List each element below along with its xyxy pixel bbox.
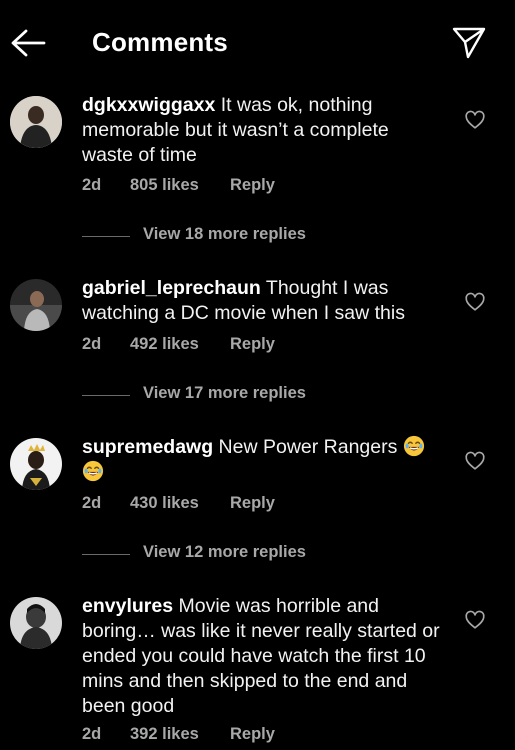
laughing-emoji-icon [82,460,104,482]
likes-count[interactable]: 492 likes [130,335,199,354]
comment-body: gabriel_leprechaun Thought I was watchin… [82,276,442,326]
comment-username[interactable]: supremedawg [82,436,213,458]
reply-button[interactable]: Reply [230,176,275,195]
comment-body: supremedawg New Power Rangers [82,435,442,485]
comment-username[interactable]: gabriel_leprechaun [82,277,261,299]
reply-button[interactable]: Reply [230,494,275,513]
heart-outline-icon[interactable] [464,450,486,472]
avatar[interactable] [10,96,62,148]
page-title: Comments [92,27,228,57]
avatar[interactable] [10,438,62,490]
view-replies-label: View 12 more replies [143,543,306,561]
comment-time: 2d [82,725,102,743]
avatar[interactable] [10,597,62,649]
reply-button[interactable]: Reply [230,725,275,744]
heart-outline-icon[interactable] [464,291,486,313]
comment-username[interactable]: dgkxxwiggaxx [82,94,215,116]
avatar[interactable] [10,279,62,331]
view-replies-label: View 17 more replies [143,384,306,402]
view-replies-button[interactable]: View 12 more replies [82,543,382,565]
view-replies-button[interactable]: View 18 more replies [82,225,382,247]
view-replies-button[interactable]: View 17 more replies [82,384,382,406]
replies-divider [82,395,130,396]
view-replies-label: View 18 more replies [143,225,306,243]
heart-outline-icon[interactable] [464,609,486,631]
paper-plane-icon[interactable] [451,24,487,60]
comment-time: 2d [82,176,102,194]
comment-time: 2d [82,494,102,512]
arrow-left-icon[interactable] [10,28,46,58]
comment-time: 2d [82,335,102,353]
likes-count[interactable]: 430 likes [130,494,199,513]
header: Comments [0,0,515,86]
likes-count[interactable]: 805 likes [130,176,199,195]
heart-outline-icon[interactable] [464,109,486,131]
comment-body: dgkxxwiggaxx It was ok, nothing memorabl… [82,93,442,168]
replies-divider [82,236,130,237]
reply-button[interactable]: Reply [230,335,275,354]
likes-count[interactable]: 392 likes [130,725,199,744]
comment-body: envylures Movie was horrible and boring…… [82,594,442,719]
replies-divider [82,554,130,555]
comment-username[interactable]: envylures [82,595,173,617]
comment-text: New Power Rangers [218,436,398,458]
laughing-emoji-icon [403,435,424,457]
